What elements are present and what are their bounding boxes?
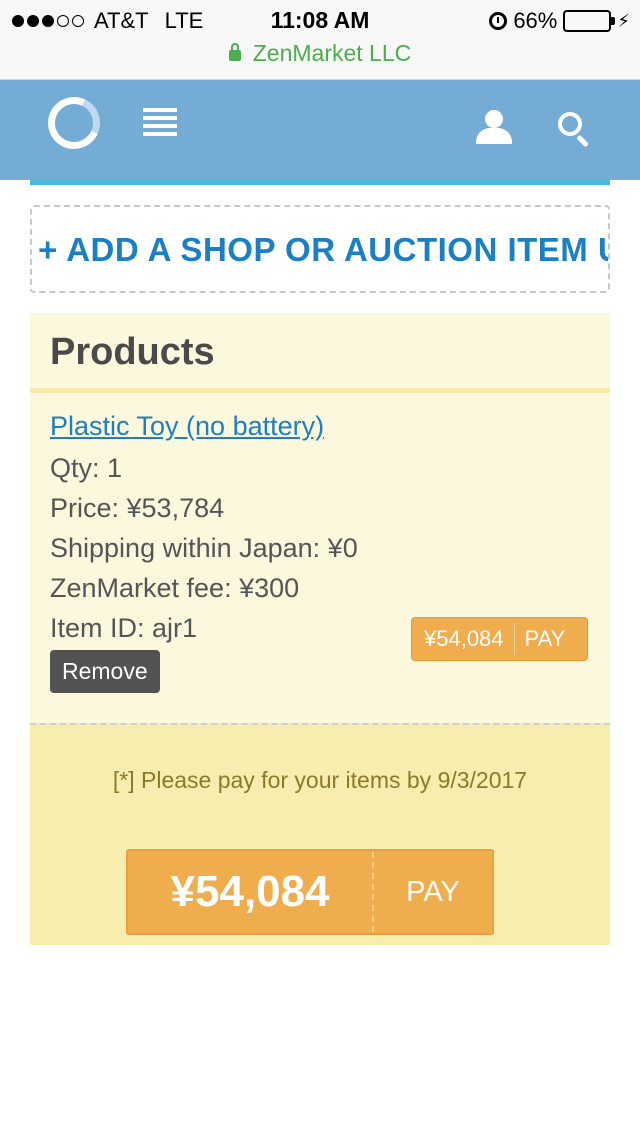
alarm-icon (489, 12, 508, 30)
add-item-url-button[interactable]: + ADD A SHOP OR AUCTION ITEM URL (30, 205, 610, 293)
product-item: Plastic Toy (no battery) Qty: 1 Price: ¥… (30, 393, 610, 711)
remove-button[interactable]: Remove (50, 650, 160, 693)
item-pay-button[interactable]: ¥54,084 PAY (411, 617, 588, 661)
zenmarket-logo-icon[interactable] (40, 89, 108, 157)
add-item-url-label: + ADD A SHOP OR AUCTION ITEM URL (38, 231, 610, 268)
site-name: ZenMarket LLC (252, 40, 412, 66)
lock-icon (228, 43, 241, 61)
menu-icon[interactable] (143, 108, 177, 136)
pay-label: PAY (406, 875, 460, 908)
item-pay-label: PAY (524, 626, 566, 651)
checkout-area: [*] Please pay for your items by 9/3/201… (30, 723, 610, 945)
search-icon[interactable] (556, 110, 592, 148)
status-right: 66% ⚡ (489, 8, 630, 34)
charging-icon: ⚡ (617, 10, 630, 31)
product-name-link[interactable]: Plastic Toy (no battery) (50, 411, 590, 442)
battery-icon (563, 10, 616, 32)
battery-percent: 66% (513, 8, 558, 33)
product-fee: ZenMarket fee: ¥300 (50, 573, 300, 603)
address-bar[interactable]: ZenMarket LLC (0, 40, 640, 67)
app-header (0, 80, 640, 180)
item-pay-amount: ¥54,084 (412, 623, 515, 655)
status-bar: AT&T LTE 11:08 AM 66% ⚡ ZenMarket LLC (0, 0, 640, 80)
products-header: Products (30, 313, 610, 393)
payment-deadline: [*] Please pay for your items by 9/3/201… (112, 767, 528, 793)
pay-total-button[interactable]: ¥54,084 PAY (126, 849, 494, 935)
products-panel: Products Plastic Toy (no battery) Qty: 1… (30, 313, 610, 723)
total-amount: ¥54,084 (128, 852, 374, 932)
header-divider (30, 180, 610, 185)
product-price: Price: ¥53,784 (50, 493, 225, 523)
product-qty: Qty: 1 (50, 453, 123, 483)
user-icon[interactable] (476, 110, 512, 144)
products-title: Products (50, 331, 215, 373)
product-shipping: Shipping within Japan: ¥0 (50, 533, 358, 563)
